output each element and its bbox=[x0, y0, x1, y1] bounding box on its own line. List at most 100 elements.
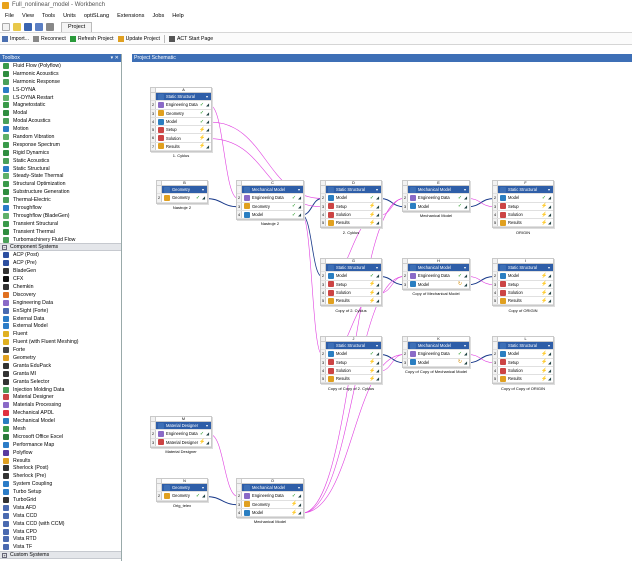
toolbox-item-modal[interactable]: Modal bbox=[0, 109, 121, 117]
toolbox-item-granta-edupack[interactable]: Granta EduPack bbox=[0, 362, 121, 370]
context-menu-arrow-icon[interactable]: ◢ bbox=[298, 510, 302, 515]
toolbox-item-substructure-generation[interactable]: Substructure Generation bbox=[0, 188, 121, 196]
toolbox-item-acp-pre[interactable]: ACP (Pre) bbox=[0, 259, 121, 267]
context-menu-arrow-icon[interactable]: ◢ bbox=[376, 195, 380, 200]
cell-model[interactable]: 3 Model ↻ ◢ bbox=[403, 280, 469, 289]
context-menu-arrow-icon[interactable]: ◢ bbox=[548, 220, 552, 225]
cell-geometry[interactable]: 3 Geometry ✓ ◢ bbox=[237, 202, 303, 211]
context-menu-arrow-icon[interactable]: ◢ bbox=[548, 351, 552, 356]
toolbox-item-throughflow[interactable]: Throughflow bbox=[0, 204, 121, 212]
system-title-row[interactable]: 1 Static Structural ▾ bbox=[493, 186, 553, 195]
context-menu-arrow-icon[interactable]: ◢ bbox=[376, 298, 380, 303]
system-title-row[interactable]: 1 Mechanical Model ▾ bbox=[403, 264, 469, 273]
toolbox-item-mechanical-model[interactable]: Mechanical Model bbox=[0, 417, 121, 425]
system-caption[interactable]: Nastroje 2 bbox=[156, 205, 208, 210]
context-menu-arrow-icon[interactable]: ▾ bbox=[464, 187, 468, 192]
cell-solution[interactable]: 6 Solution ⚡ ◢ bbox=[151, 134, 211, 143]
toolbox-item-polyflow[interactable]: Polyflow bbox=[0, 449, 121, 457]
cell-setup[interactable]: 3 Setup ⚡ ◢ bbox=[321, 358, 381, 367]
open-folder-icon[interactable] bbox=[13, 22, 21, 31]
system-o[interactable]: O 1 Mechanical Model ▾ 2 Engineering Data ✓ ◢ 3 G… bbox=[236, 478, 304, 519]
toolbox-item-modal-acoustics[interactable]: Modal Acoustics bbox=[0, 117, 121, 125]
system-title-row[interactable]: 1 Mechanical Model ▾ bbox=[403, 342, 469, 351]
context-menu-arrow-icon[interactable]: ◢ bbox=[548, 212, 552, 217]
toolbox-item-external-model[interactable]: External Model bbox=[0, 323, 121, 331]
toolbox-item-sherlock-pre[interactable]: Sherlock (Pre) bbox=[0, 472, 121, 480]
toolbox-item-response-spectrum[interactable]: Response Spectrum bbox=[0, 141, 121, 149]
cell-model[interactable]: 2 Model ✓ ◢ bbox=[493, 194, 553, 203]
context-menu-arrow-icon[interactable]: ◢ bbox=[376, 282, 380, 287]
toolbox-item-acp-post[interactable]: ACP (Post) bbox=[0, 251, 121, 259]
toolbox-item-material-designer[interactable]: Material Designer bbox=[0, 394, 121, 402]
context-menu-arrow-icon[interactable]: ◢ bbox=[376, 290, 380, 295]
cell-results[interactable]: 5 Results ⚡ ◢ bbox=[321, 219, 381, 228]
system-h[interactable]: H 1 Mechanical Model ▾ 2 Engineering Data ✓ ◢ 3 M… bbox=[402, 258, 470, 290]
system-c[interactable]: C 1 Mechanical Model ▾ 2 Engineering Data ✓ ◢ 3 G… bbox=[236, 180, 304, 221]
toolbox-item-bladegen[interactable]: BladeGen bbox=[0, 267, 121, 275]
toolbox-item-transient-thermal[interactable]: Transient Thermal bbox=[0, 228, 121, 236]
system-title-row[interactable]: 1 Static Structural ▾ bbox=[493, 342, 553, 351]
save-icon[interactable] bbox=[24, 22, 32, 31]
context-menu-arrow-icon[interactable]: ◢ bbox=[376, 204, 380, 209]
reconnect-button[interactable]: Reconnect bbox=[33, 35, 66, 42]
context-menu-arrow-icon[interactable]: ◢ bbox=[548, 204, 552, 209]
toolbox-item-vista-rtd[interactable]: Vista RTD bbox=[0, 536, 121, 544]
context-menu-arrow-icon[interactable]: ◢ bbox=[548, 282, 552, 287]
import-file-icon[interactable] bbox=[46, 22, 54, 31]
cell-solution[interactable]: 4 Solution ⚡ ◢ bbox=[493, 288, 553, 298]
system-title-row[interactable]: 1 Static Structural ▾ bbox=[151, 93, 211, 102]
toolbox-item-ensight-forte[interactable]: EnSight (Forte) bbox=[0, 307, 121, 315]
cell-model[interactable]: 2 Model ✓ ◢ bbox=[321, 350, 381, 359]
context-menu-arrow-icon[interactable]: ◢ bbox=[206, 111, 210, 116]
context-menu-arrow-icon[interactable]: ▾ bbox=[464, 343, 468, 348]
context-menu-arrow-icon[interactable]: ▾ bbox=[206, 423, 210, 428]
toolbox-item-cfx[interactable]: CFX bbox=[0, 275, 121, 283]
cell-model[interactable]: 3 Model ↻ ◢ bbox=[403, 358, 469, 367]
toolbox-item-fluent[interactable]: Fluent bbox=[0, 330, 121, 338]
cell-model[interactable]: 2 Model ⚡ ◢ bbox=[493, 350, 553, 359]
cell-engineering-data[interactable]: 2 Engineering Data ✓ ◢ bbox=[151, 101, 211, 110]
system-title-row[interactable]: 1 Static Structural ▾ bbox=[493, 264, 553, 273]
cell-results[interactable]: 5 Results ⚡ ◢ bbox=[321, 375, 381, 384]
cell-setup[interactable]: 3 Setup ⚡ ◢ bbox=[493, 280, 553, 289]
toolbox-item-ls-dyna[interactable]: LS-DYNA bbox=[0, 86, 121, 94]
system-l[interactable]: L 1 Static Structural ▾ 2 Model ⚡ ◢ 3 Setup ⚡ ◢ 4 Sol… bbox=[492, 336, 554, 385]
context-menu-arrow-icon[interactable]: ◢ bbox=[202, 493, 206, 498]
cell-geometry[interactable]: 3 Geometry ✓ ◢ bbox=[151, 109, 211, 118]
cell-solution[interactable]: 4 Solution ⚡ ◢ bbox=[493, 210, 553, 220]
system-n[interactable]: N 1 Geometry ▾ 2 Geometry ✓ ◢ bbox=[156, 478, 208, 502]
system-title-row[interactable]: 1 Mechanical Model ▾ bbox=[403, 186, 469, 195]
system-a[interactable]: A 1 Static Structural ▾ 2 Engineering Data ✓ ◢ 3… bbox=[150, 87, 212, 153]
context-menu-arrow-icon[interactable]: ◢ bbox=[206, 440, 210, 445]
context-menu-arrow-icon[interactable]: ◢ bbox=[464, 273, 468, 278]
save-as-icon[interactable] bbox=[35, 22, 43, 31]
cell-solution[interactable]: 4 Solution ⚡ ◢ bbox=[321, 366, 381, 376]
toolbox-item-performance-map[interactable]: Performance Map bbox=[0, 441, 121, 449]
cell-engineering-data[interactable]: 2 Engineering Data ✓ ◢ bbox=[403, 272, 469, 281]
system-caption[interactable]: 1. Cyklus bbox=[150, 153, 212, 158]
cell-model[interactable]: 2 Model ✓ ◢ bbox=[321, 194, 381, 203]
context-menu-arrow-icon[interactable]: ◢ bbox=[376, 220, 380, 225]
menu-jobs[interactable]: Jobs bbox=[152, 13, 164, 19]
cell-results[interactable]: 7 Results ⚡ ◢ bbox=[151, 142, 211, 152]
toolbox-item-vista-ccd-with-ccm[interactable]: Vista CCD (with CCM) bbox=[0, 520, 121, 528]
cell-results[interactable]: 5 Results ⚡ ◢ bbox=[493, 219, 553, 228]
system-caption[interactable]: Nastroje 2 bbox=[236, 221, 304, 226]
toolbox-item-static-acoustics[interactable]: Static Acoustics bbox=[0, 157, 121, 165]
cell-geometry[interactable]: 3 Geometry ⚡ ◢ bbox=[237, 500, 303, 509]
system-title-row[interactable]: 1 Static Structural ▾ bbox=[321, 342, 381, 351]
cell-setup[interactable]: 3 Setup ⚡ ◢ bbox=[493, 202, 553, 211]
schematic-canvas[interactable]: A 1 Static Structural ▾ 2 Engineering Data ✓ ◢ 3… bbox=[132, 62, 632, 561]
cell-engineering-data[interactable]: 2 Engineering Data ✓ ◢ bbox=[237, 492, 303, 501]
system-title-row[interactable]: 1 Material Designer ▾ bbox=[151, 422, 211, 431]
toolbox-item-granta-selector[interactable]: Granta Selector bbox=[0, 378, 121, 386]
context-menu-arrow-icon[interactable]: ◢ bbox=[298, 204, 302, 209]
context-menu-arrow-icon[interactable]: ◢ bbox=[548, 298, 552, 303]
context-menu-arrow-icon[interactable]: ◢ bbox=[376, 368, 380, 373]
context-menu-arrow-icon[interactable]: ◢ bbox=[298, 502, 302, 507]
system-title-row[interactable]: 1 Mechanical Model ▾ bbox=[237, 186, 303, 195]
act-start-page-button[interactable]: ACT Start Page bbox=[168, 35, 213, 42]
toolbox-item-random-vibration[interactable]: Random Vibration bbox=[0, 133, 121, 141]
cell-material-designer[interactable]: 3 Material Designer ⚡ ◢ bbox=[151, 438, 211, 447]
cell-geometry[interactable]: 2 Geometry ✓ ◢ bbox=[157, 194, 207, 203]
